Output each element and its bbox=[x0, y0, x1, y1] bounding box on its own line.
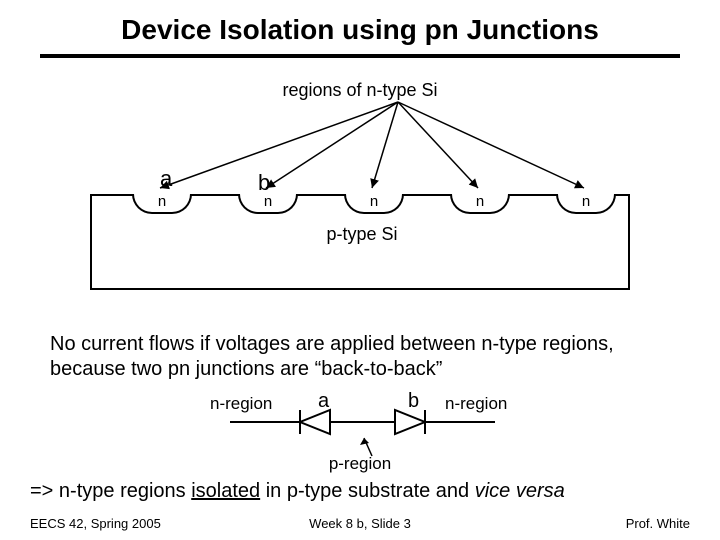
fanout-arrows-icon bbox=[0, 100, 720, 190]
arrow-text: => bbox=[30, 480, 59, 502]
label-a: a bbox=[160, 166, 172, 192]
footer-center: Week 8 b, Slide 3 bbox=[30, 516, 690, 531]
conclusion-t1: n-type regions bbox=[59, 480, 191, 502]
n-well: n bbox=[344, 194, 404, 214]
regions-label: regions of n-type Si bbox=[0, 80, 720, 101]
conclusion-t2: in p-type substrate and bbox=[260, 480, 475, 502]
conclusion-isolated: isolated bbox=[191, 480, 260, 502]
n-well: n bbox=[450, 194, 510, 214]
conclusion-viceversa: vice versa bbox=[475, 480, 565, 502]
pregion-label: p-region bbox=[0, 454, 720, 474]
cross-section: n n n n n p-type Si bbox=[90, 194, 630, 290]
n-well: n bbox=[132, 194, 192, 214]
page-title: Device Isolation using pn Junctions bbox=[0, 14, 720, 46]
footer: Week 8 b, Slide 3 EECS 42, Spring 2005 P… bbox=[30, 516, 690, 531]
n-well: n bbox=[238, 194, 298, 214]
body-text: No current flows if voltages are applied… bbox=[50, 332, 670, 382]
ptype-si-label: p-type Si bbox=[92, 224, 632, 245]
n-well: n bbox=[556, 194, 616, 214]
title-rule bbox=[40, 54, 680, 58]
conclusion: => n-type regions isolated in p-type sub… bbox=[30, 480, 710, 503]
slide: Device Isolation using pn Junctions regi… bbox=[0, 0, 720, 540]
